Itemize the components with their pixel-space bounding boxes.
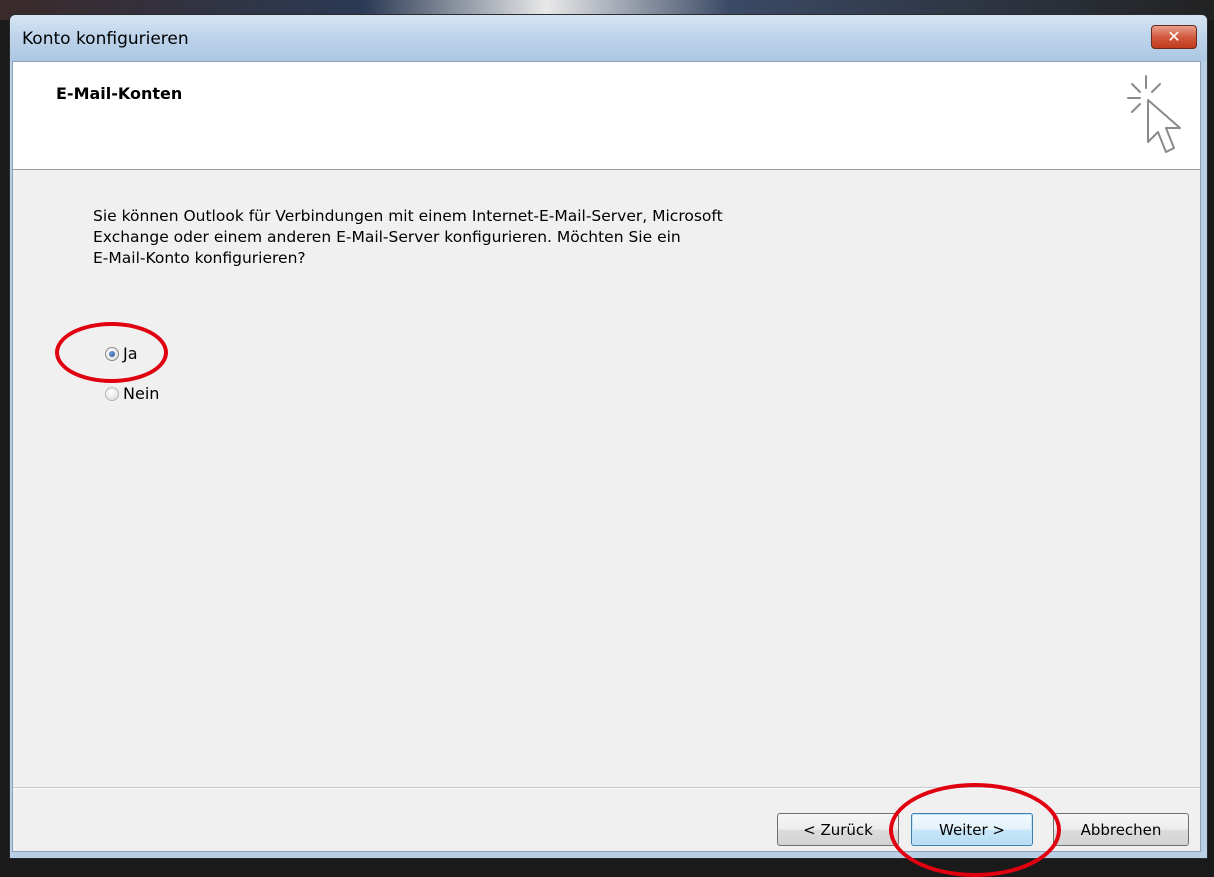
window-title: Konto konfigurieren <box>22 29 189 49</box>
radio-selected-dot <box>109 350 115 357</box>
radio-label-ja: Ja <box>123 344 138 363</box>
description-text: Sie können Outlook für Verbindungen mit … <box>93 206 813 269</box>
footer-divider <box>13 787 1200 789</box>
radio-option-nein[interactable]: Nein <box>105 384 159 403</box>
radio-button-nein[interactable] <box>105 386 119 401</box>
page-title: E-Mail-Konten <box>56 84 183 103</box>
wizard-header: E-Mail-Konten <box>13 62 1200 170</box>
radio-button-ja[interactable] <box>105 346 119 361</box>
description-line: Exchange oder einem anderen E-Mail-Serve… <box>93 228 681 246</box>
cancel-button[interactable]: Abbrechen <box>1053 813 1189 846</box>
next-button[interactable]: Weiter > <box>911 813 1033 846</box>
radio-label-nein: Nein <box>123 384 160 403</box>
back-button[interactable]: < Zurück <box>777 813 899 846</box>
dialog-window: Konto konfigurieren ✕ E-Mail-Konten Sie … <box>9 14 1208 877</box>
description-line: Sie können Outlook für Verbindungen mit … <box>93 207 723 225</box>
close-button[interactable]: ✕ <box>1151 25 1197 49</box>
dialog-client-area: E-Mail-Konten Sie können Outlook für Ver… <box>12 61 1201 877</box>
close-icon: ✕ <box>1167 27 1181 46</box>
title-bar[interactable]: Konto konfigurieren ✕ <box>10 15 1207 61</box>
radio-option-ja[interactable]: Ja <box>105 344 138 363</box>
description-line: E-Mail-Konto konfigurieren? <box>93 249 306 267</box>
wizard-cursor-icon <box>1127 75 1181 153</box>
